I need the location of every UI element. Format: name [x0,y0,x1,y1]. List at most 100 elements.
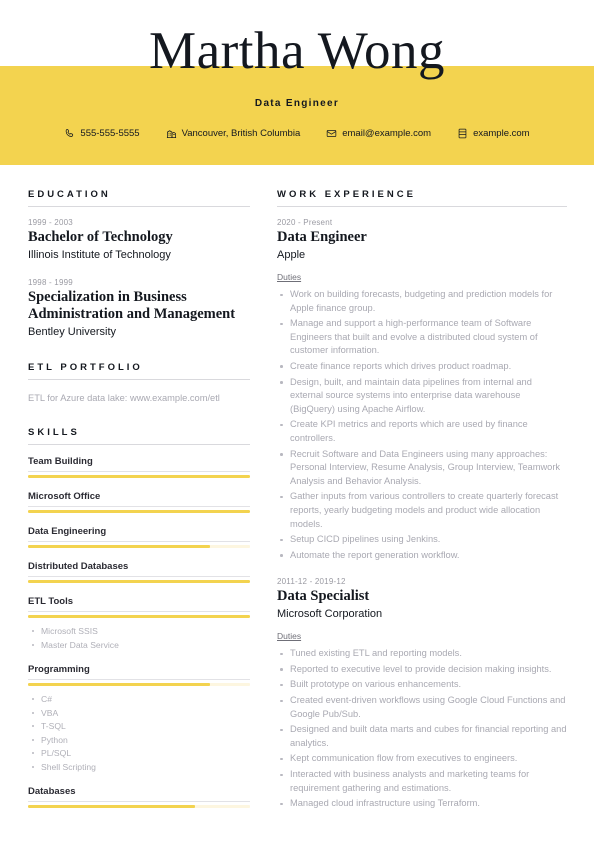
skill-label: Distributed Databases [28,561,250,577]
contact-item[interactable]: email@example.com [326,128,431,139]
skill-progress-fill [28,545,211,548]
skill-progress-fill [28,683,211,686]
work-entry: 2020 - Present Data Engineer Apple Duties Wo… [277,218,567,562]
work-company: Apple [277,249,306,261]
duty-list: Tuned existing ETL and reporting models.… [277,647,567,811]
skill-item: Microsoft Office [28,491,250,513]
contact-item[interactable]: example.com [457,128,530,139]
skill-subitem: Python [28,734,250,747]
skill-label: Programming [28,664,250,680]
duty-item: Gather inputs from various controllers t… [277,490,567,531]
section-title-work-experience: WORK EXPERIENCE [277,189,416,200]
education-school: Bentley University [28,326,117,338]
skill-progress-fill [28,580,250,583]
work-role: Data Specialist [277,588,370,605]
skill-progress-bar [28,580,250,583]
education-entry: 1998 - 1999 Specialization in Business Ad… [28,278,250,340]
contact-item[interactable]: 555-555-5555 [64,128,140,139]
skill-subitem: Master Data Service [28,639,250,652]
duty-item: Manage and support a high-performance te… [277,317,567,358]
skill-subitem: C# [28,693,250,706]
email-icon [326,128,337,139]
skill-subitem: VBA [28,707,250,720]
skill-item: Team Building [28,456,250,478]
skill-progress-bar [28,683,250,686]
skill-subitem: Microsoft SSIS [28,625,250,638]
page-title: Martha Wong [148,22,446,80]
duty-item: Automate the report generation workflow. [277,549,567,563]
skill-subitem: Shell Scripting [28,761,250,774]
education-date: 1999 - 2003 [28,218,73,227]
duty-item: Tuned existing ETL and reporting models. [277,647,567,661]
duty-item: Interacted with business analysts and ma… [277,768,567,795]
duty-item: Setup CICD pipelines using Jenkins. [277,533,567,547]
portfolio-text: ETL for Azure data lake: www.example.com… [28,393,220,403]
skill-progress-bar [28,545,250,548]
skill-item: ETL Tools Microsoft SSIS Master Data Servi… [28,596,250,651]
section-divider [28,444,250,445]
skill-sublist: C# VBA T-SQL Python PL/SQL Shell Scripting [28,693,250,773]
skill-progress-fill [28,615,250,618]
right-column: WORK EXPERIENCE 2020 - Present Data Engin… [277,165,567,826]
job-title: Data Engineer [254,98,340,109]
skill-progress-bar [28,805,250,808]
contact-text: 555-555-5555 [80,128,140,139]
skill-item: Data Engineering [28,526,250,548]
section-etl-portfolio: ETL PORTFOLIO ETL for Azure data lake: w… [28,362,250,405]
skill-progress-bar [28,475,250,478]
education-school: Illinois Institute of Technology [28,249,171,261]
skill-progress-bar [28,510,250,513]
duty-item: Work on building forecasts, budgeting an… [277,288,567,315]
contact-text: example.com [473,128,530,139]
section-work-experience: WORK EXPERIENCE 2020 - Present Data Engin… [277,189,567,826]
section-education: EDUCATION 1999 - 2003 Bachelor of Technol… [28,189,250,340]
skill-subitem: T-SQL [28,720,250,733]
education-entry: 1999 - 2003 Bachelor of Technology Illinoi… [28,218,250,263]
education-date: 1998 - 1999 [28,278,73,287]
section-title-portfolio: ETL PORTFOLIO [28,362,143,373]
work-role: Data Engineer [277,229,367,245]
skill-progress-fill [28,805,195,808]
skill-label: ETL Tools [28,596,250,612]
skill-item: Distributed Databases [28,561,250,583]
phone-icon [64,128,75,139]
duty-item: Create finance reports which drives prod… [277,360,567,374]
duty-item: Built prototype on various enhancements. [277,678,567,692]
duty-item: Created event-driven workflows using Goo… [277,694,567,721]
duty-item: Design, built, and maintain data pipelin… [277,376,567,417]
education-degree: Specialization in Business Administratio… [28,289,236,322]
duty-item: Reported to executive level to provide d… [277,663,567,677]
resume-body: EDUCATION 1999 - 2003 Bachelor of Technol… [0,165,594,826]
skill-label: Team Building [28,456,250,472]
contact-item[interactable]: Vancouver, British Columbia [166,128,301,139]
duty-item: Create KPI metrics and reports which are… [277,418,567,445]
section-divider [28,379,250,380]
contact-text: Vancouver, British Columbia [181,128,301,139]
section-skills: SKILLS Team Building Microsoft Office Data… [28,427,250,821]
resume-header: Martha Wong Data Engineer 555-555-5555 Va… [0,0,594,165]
work-date: 2011-12 - 2019-12 [277,577,346,587]
duty-item: Designed and built data marts and cubes … [277,723,567,750]
skill-label: Data Engineering [28,526,250,542]
skill-progress-fill [28,510,250,513]
work-company: Microsoft Corporation [277,608,383,621]
work-entry: 2011-12 - 2019-12 Data Specialist Microsof… [277,577,567,811]
contact-text: email@example.com [342,128,432,139]
left-column: EDUCATION 1999 - 2003 Bachelor of Technol… [28,165,250,826]
skill-item: Programming C# VBA T-SQL Python PL/SQL Shell S… [28,664,250,773]
skill-progress-bar [28,615,250,618]
duty-list: Work on building forecasts, budgeting an… [277,288,567,562]
duty-item: Recruit Software and Data Engineers usin… [277,448,567,489]
duty-item: Kept communication flow from executives … [277,752,567,766]
skill-progress-fill [28,475,250,478]
website-icon [457,128,468,139]
skill-item: Databases [28,786,250,808]
duty-item: Managed cloud infrastructure using Terra… [277,797,567,811]
section-title-education: EDUCATION [28,189,111,200]
duties-label: Duties [277,272,302,282]
section-divider [28,206,250,207]
skill-label: Databases [28,786,250,802]
contact-row: 555-555-5555 Vancouver, British Columbia e… [0,128,594,139]
skill-label: Microsoft Office [28,491,250,507]
skill-sublist: Microsoft SSIS Master Data Service [28,625,250,651]
